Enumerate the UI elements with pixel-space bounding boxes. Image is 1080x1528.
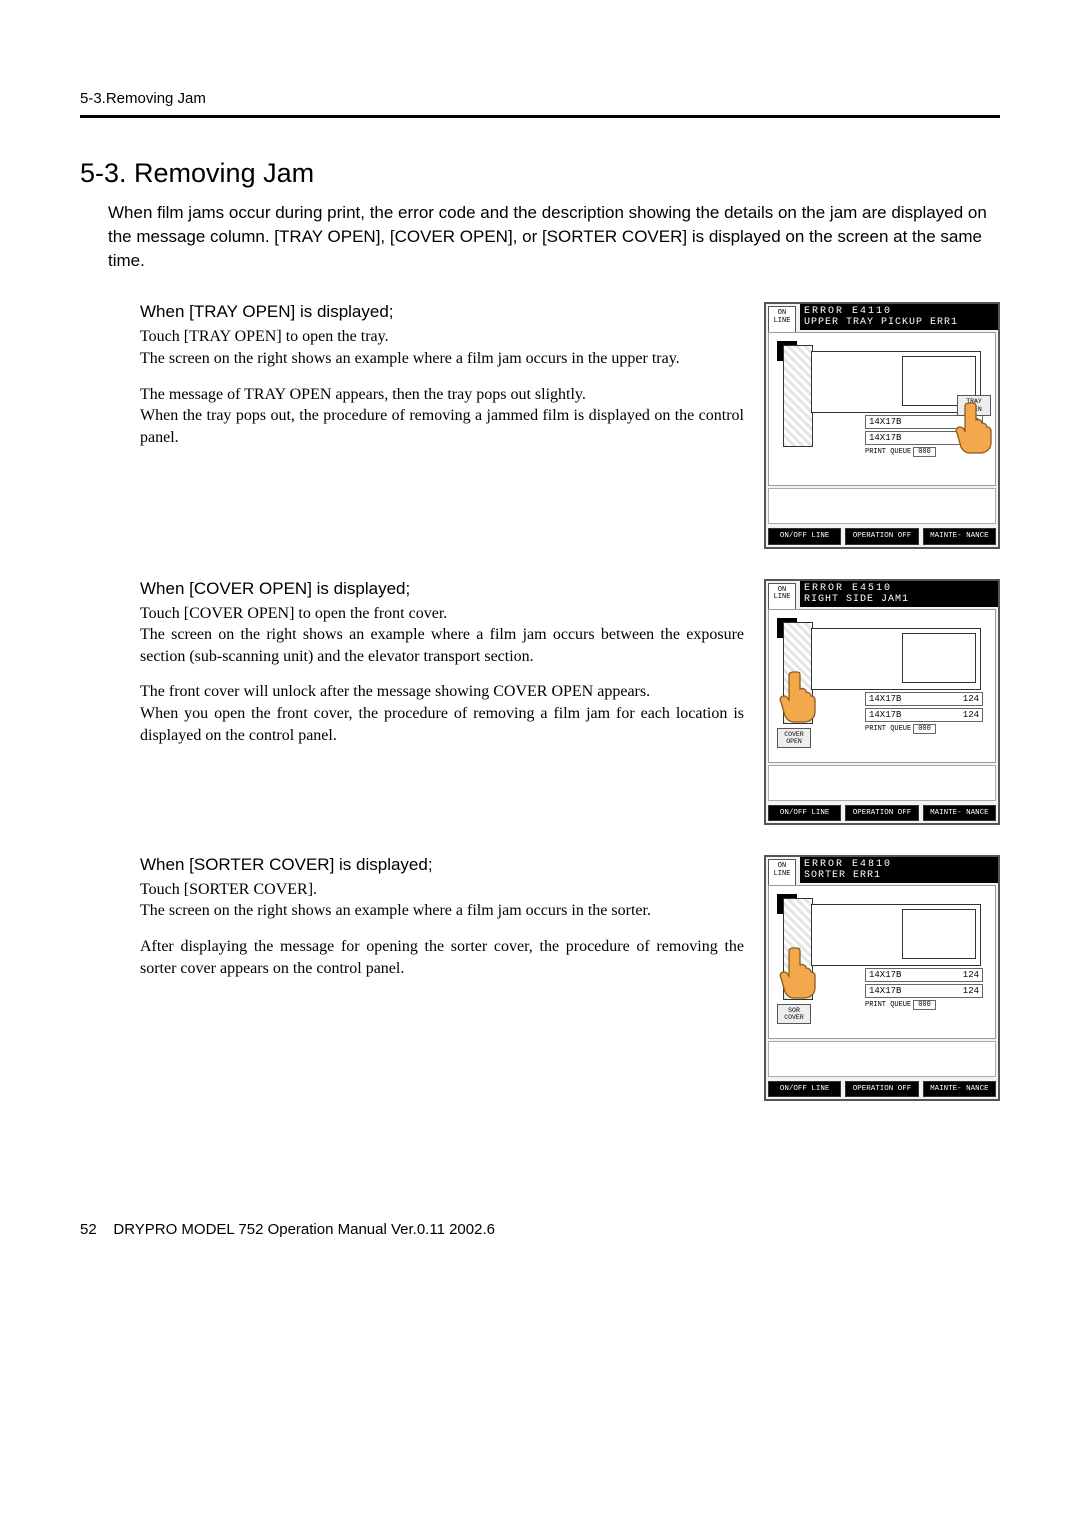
error-message-bar: ERROR E4510 RIGHT SIDE JAM1 — [800, 581, 998, 607]
panel-figure: ON LINE ERROR E4110 UPPER TRAY PICKUP ER… — [764, 302, 1000, 548]
machine-console — [783, 622, 813, 724]
onoff-line-button[interactable]: ON/OFF LINE — [768, 805, 841, 821]
running-header: 5-3.Removing Jam — [80, 90, 1000, 107]
maintenance-button[interactable]: MAINTE- NANCE — [923, 1081, 996, 1097]
machine-console — [783, 345, 813, 447]
page-number: 52 — [80, 1221, 97, 1238]
tray-info: 14X17B124 14X17B124 PRINT QUEUE000 — [865, 968, 983, 1010]
online-indicator: ON LINE — [768, 306, 796, 334]
section-tray-open: When [TRAY OPEN] is displayed; Touch [TR… — [80, 302, 1000, 548]
maintenance-button[interactable]: MAINTE- NANCE — [923, 805, 996, 821]
panel-figure: ON LINE ERROR E4810 SORTER ERR1 14X17B12… — [764, 855, 1000, 1101]
section-sorter-cover: When [SORTER COVER] is displayed; Touch … — [80, 855, 1000, 1101]
body-text: Touch [TRAY OPEN] to open the tray.The s… — [140, 326, 744, 369]
footer-text: DRYPRO MODEL 752 Operation Manual Ver.0.… — [113, 1221, 495, 1238]
tray-info: 14X17B124 14X17B124 PRINT QUEUE000 — [865, 692, 983, 734]
body-text: After displaying the message for opening… — [140, 936, 744, 979]
body-text: The message of TRAY OPEN appears, then t… — [140, 384, 744, 449]
section-heading: 5-3. Removing Jam — [80, 158, 1000, 189]
online-indicator: ON LINE — [768, 583, 796, 611]
subheading: When [SORTER COVER] is displayed; — [140, 855, 744, 875]
status-bar — [768, 488, 996, 524]
onoff-line-button[interactable]: ON/OFF LINE — [768, 1081, 841, 1097]
header-rule — [80, 115, 1000, 118]
status-bar — [768, 1041, 996, 1077]
operation-off-button[interactable]: OPERATION OFF — [845, 1081, 918, 1097]
subheading: When [COVER OPEN] is displayed; — [140, 579, 744, 599]
maintenance-button[interactable]: MAINTE- NANCE — [923, 528, 996, 544]
body-text: The front cover will unlock after the me… — [140, 681, 744, 746]
page-footer: 52 DRYPRO MODEL 752 Operation Manual Ver… — [80, 1221, 1000, 1238]
machine-body — [811, 351, 981, 413]
status-bar — [768, 765, 996, 801]
operation-off-button[interactable]: OPERATION OFF — [845, 805, 918, 821]
machine-body — [811, 904, 981, 966]
subheading: When [TRAY OPEN] is displayed; — [140, 302, 744, 322]
intro-paragraph: When film jams occur during print, the e… — [80, 201, 1000, 272]
tray-info: 14X17B12 14X17B11 PRINT QUEUE000 — [865, 415, 983, 457]
side-button[interactable]: SOR COVER — [777, 1004, 811, 1024]
panel-figure: ON LINE ERROR E4510 RIGHT SIDE JAM1 14X1… — [764, 579, 1000, 825]
machine-console — [783, 898, 813, 1000]
operation-off-button[interactable]: OPERATION OFF — [845, 528, 918, 544]
side-button[interactable]: TRAY OPEN — [957, 395, 991, 415]
error-message-bar: ERROR E4810 SORTER ERR1 — [800, 857, 998, 883]
machine-body — [811, 628, 981, 690]
body-text: Touch [COVER OPEN] to open the front cov… — [140, 603, 744, 668]
error-message-bar: ERROR E4110 UPPER TRAY PICKUP ERR1 — [800, 304, 998, 330]
side-button[interactable]: COVER OPEN — [777, 728, 811, 748]
online-indicator: ON LINE — [768, 859, 796, 887]
body-text: Touch [SORTER COVER].The screen on the r… — [140, 879, 744, 922]
section-cover-open: When [COVER OPEN] is displayed; Touch [C… — [80, 579, 1000, 825]
onoff-line-button[interactable]: ON/OFF LINE — [768, 528, 841, 544]
